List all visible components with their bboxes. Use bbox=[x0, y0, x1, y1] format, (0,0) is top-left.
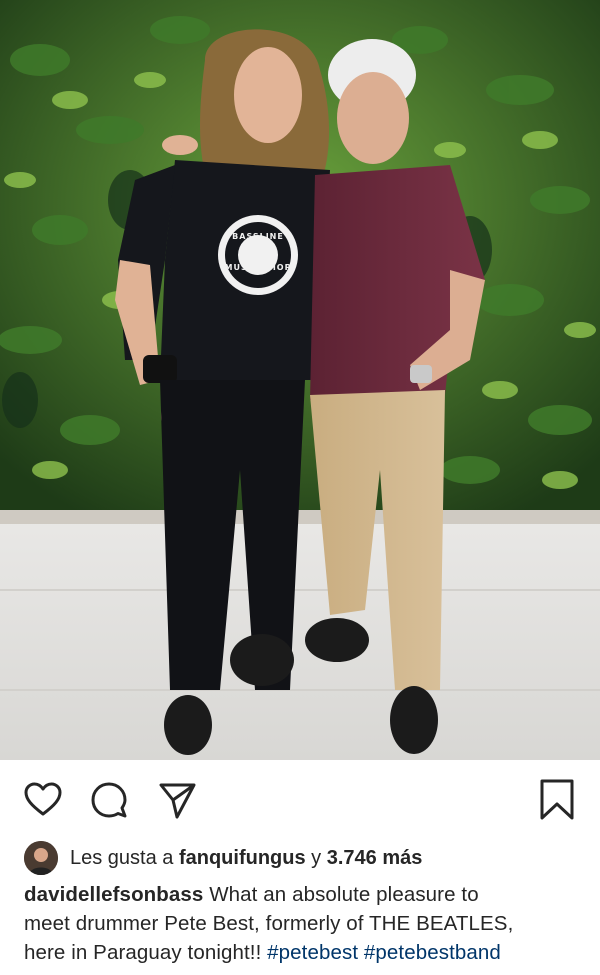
post-photo[interactable]: BASSLINE MUSIC SHOP bbox=[0, 0, 600, 760]
instagram-post: BASSLINE MUSIC SHOP Les gusta a fanquifu… bbox=[0, 0, 600, 975]
likes-connector: y bbox=[305, 846, 327, 869]
shirt-logo: BASSLINE MUSIC SHOP bbox=[222, 232, 294, 272]
photo-illustration bbox=[0, 0, 600, 760]
avatar-icon bbox=[24, 841, 58, 875]
caption-line-3: here in Paraguay tonight!! #petebest #pe… bbox=[24, 938, 580, 967]
caption-text-2: meet drummer Pete Best, formerly of THE … bbox=[24, 912, 514, 935]
likes-summary[interactable]: Les gusta a fanquifungus y 3.746 más bbox=[24, 838, 422, 878]
bookmark-icon bbox=[540, 779, 574, 820]
caption-line-1: davidellefsonbass What an absolute pleas… bbox=[24, 880, 580, 909]
comment-button[interactable] bbox=[87, 778, 131, 822]
caption-text-1: What an absolute pleasure to bbox=[203, 883, 479, 906]
paper-plane-icon bbox=[159, 783, 196, 819]
share-button[interactable] bbox=[155, 778, 199, 822]
shirt-logo-bottom-text: MUSIC SHOP bbox=[224, 263, 292, 272]
hashtag-petebest[interactable]: #petebest bbox=[267, 941, 358, 964]
like-button[interactable] bbox=[21, 778, 65, 822]
liker-username[interactable]: fanquifungus bbox=[179, 847, 306, 870]
hashtag-petebestband[interactable]: #petebestband bbox=[364, 941, 501, 964]
likes-count[interactable]: 3.746 más bbox=[327, 847, 423, 870]
caption-text-3: here in Paraguay tonight!! bbox=[24, 941, 268, 964]
heart-icon bbox=[24, 782, 62, 816]
post-caption: davidellefsonbass What an absolute pleas… bbox=[24, 880, 580, 967]
liker-avatar[interactable] bbox=[24, 841, 58, 875]
save-button[interactable] bbox=[535, 778, 579, 822]
likes-prefix: Les gusta a bbox=[70, 846, 179, 869]
shirt-logo-top-text: BASSLINE bbox=[232, 232, 284, 241]
caption-username[interactable]: davidellefsonbass bbox=[24, 883, 203, 906]
post-action-bar bbox=[0, 768, 600, 828]
comment-icon bbox=[91, 782, 127, 818]
caption-line-2: meet drummer Pete Best, formerly of THE … bbox=[24, 909, 580, 938]
